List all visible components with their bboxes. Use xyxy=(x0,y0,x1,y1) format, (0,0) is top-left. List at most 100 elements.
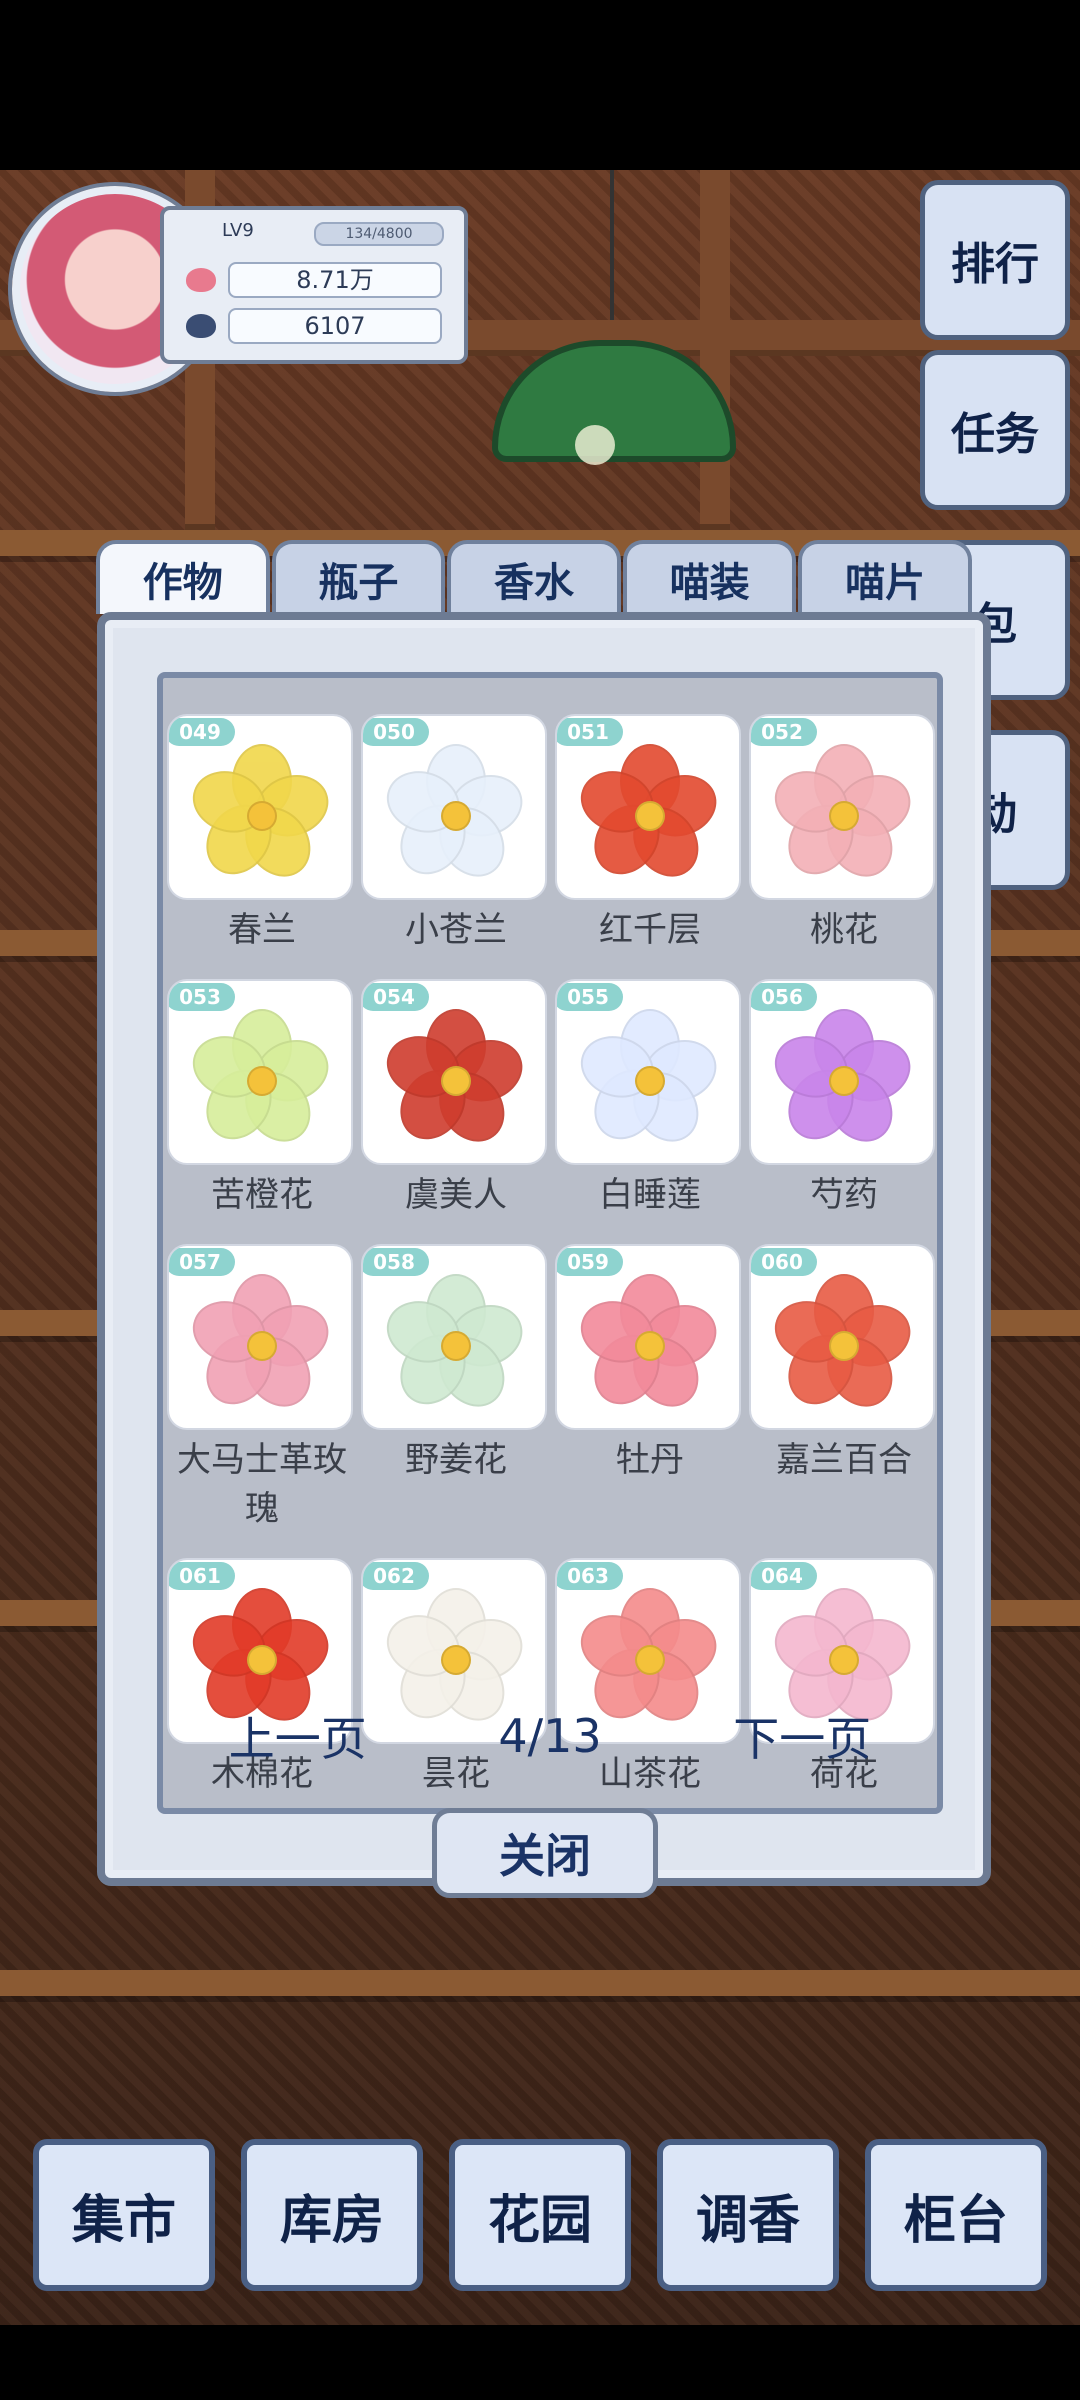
item-name: 嘉兰百合 xyxy=(776,1441,912,1479)
item-name: 春兰 xyxy=(228,911,296,949)
flower-icon xyxy=(766,1274,919,1420)
flower-icon xyxy=(572,1009,725,1155)
coin-icon xyxy=(186,268,216,292)
item-thumbnail[interactable]: 059 xyxy=(555,1244,741,1430)
item-card[interactable]: 052 桃花 xyxy=(749,714,939,951)
tab-perfume[interactable]: 香水 xyxy=(447,540,621,614)
item-id-badge: 061 xyxy=(169,1562,235,1590)
item-id-badge: 055 xyxy=(557,983,623,1011)
nav-market[interactable]: 集市 xyxy=(33,2139,215,2291)
item-name: 苦橙花 xyxy=(211,1176,313,1214)
exp-bar: 134/4800 xyxy=(314,222,444,246)
flower-icon xyxy=(378,744,531,890)
item-name: 白睡莲 xyxy=(599,1176,701,1214)
item-name: 大马士革玫瑰 xyxy=(177,1441,347,1528)
item-card[interactable]: 058 野姜花 xyxy=(361,1244,551,1530)
item-id-badge: 058 xyxy=(363,1248,429,1276)
currency2-display: 6107 xyxy=(186,308,442,344)
close-button[interactable]: 关闭 xyxy=(432,1808,658,1898)
item-card[interactable]: 060 嘉兰百合 xyxy=(749,1244,939,1530)
collection-tabs: 作物 瓶子 香水 喵装 喵片 xyxy=(96,540,974,614)
item-thumbnail[interactable]: 049 xyxy=(167,714,353,900)
item-id-badge: 063 xyxy=(557,1562,623,1590)
item-card[interactable]: 059 牡丹 xyxy=(555,1244,745,1530)
item-id-badge: 053 xyxy=(169,983,235,1011)
flower-icon xyxy=(572,1274,725,1420)
flower-icon xyxy=(766,1009,919,1155)
item-card[interactable]: 056 芍药 xyxy=(749,979,939,1216)
flower-icon xyxy=(184,744,337,890)
next-page-button[interactable]: 下一页 xyxy=(733,1703,871,1769)
item-id-badge: 062 xyxy=(363,1562,429,1590)
item-id-badge: 051 xyxy=(557,718,623,746)
item-thumbnail[interactable]: 055 xyxy=(555,979,741,1165)
item-card[interactable]: 057 大马士革玫瑰 xyxy=(167,1244,357,1530)
bottom-navigation: 集市 库房 花园 调香 柜台 xyxy=(0,2139,1080,2291)
item-name: 芍药 xyxy=(810,1176,878,1214)
task-button[interactable]: 任务 xyxy=(920,350,1070,510)
flower-icon xyxy=(766,744,919,890)
item-card[interactable]: 053 苦橙花 xyxy=(167,979,357,1216)
item-card[interactable]: 055 白睡莲 xyxy=(555,979,745,1216)
flower-icon xyxy=(378,1274,531,1420)
item-thumbnail[interactable]: 051 xyxy=(555,714,741,900)
item-id-badge: 056 xyxy=(751,983,817,1011)
item-name: 虞美人 xyxy=(405,1176,507,1214)
item-name: 红千层 xyxy=(599,911,701,949)
leaf-icon xyxy=(186,314,216,338)
item-card[interactable]: 050 小苍兰 xyxy=(361,714,551,951)
nav-perfume-making[interactable]: 调香 xyxy=(657,2139,839,2291)
item-thumbnail[interactable]: 056 xyxy=(749,979,935,1165)
flower-icon xyxy=(184,1588,337,1734)
flower-icon xyxy=(766,1588,919,1734)
page-indicator: 4/13 xyxy=(498,1709,602,1763)
item-id-badge: 059 xyxy=(557,1248,623,1276)
player-card[interactable]: LV9 134/4800 8.71万 6107 xyxy=(12,186,472,392)
tab-crops[interactable]: 作物 xyxy=(96,540,270,614)
item-card[interactable]: 054 虞美人 xyxy=(361,979,551,1216)
item-id-badge: 060 xyxy=(751,1248,817,1276)
collection-modal: 049 春兰 050 小苍兰 051 红千层 052 桃花 053 苦橙花 054 虞美人 055 白睡莲… xyxy=(97,612,991,1886)
tab-cat-cards[interactable]: 喵片 xyxy=(798,540,972,614)
item-thumbnail[interactable]: 057 xyxy=(167,1244,353,1430)
item-id-badge: 057 xyxy=(169,1248,235,1276)
flower-icon xyxy=(184,1274,337,1420)
item-card[interactable]: 049 春兰 xyxy=(167,714,357,951)
rank-button[interactable]: 排行 xyxy=(920,180,1070,340)
tab-cat-outfit[interactable]: 喵装 xyxy=(622,540,797,614)
item-id-badge: 064 xyxy=(751,1562,817,1590)
flower-icon xyxy=(378,1588,531,1734)
item-thumbnail[interactable]: 052 xyxy=(749,714,935,900)
collection-inner: 049 春兰 050 小苍兰 051 红千层 052 桃花 053 苦橙花 054 虞美人 055 白睡莲… xyxy=(157,672,943,1814)
item-id-badge: 054 xyxy=(363,983,429,1011)
player-level: LV9 xyxy=(222,220,254,241)
item-id-badge: 052 xyxy=(751,718,817,746)
player-stats-panel: LV9 134/4800 8.71万 6107 xyxy=(160,206,468,364)
flower-icon xyxy=(572,1588,725,1734)
nav-warehouse[interactable]: 库房 xyxy=(241,2139,423,2291)
item-thumbnail[interactable]: 058 xyxy=(361,1244,547,1430)
tab-bottles[interactable]: 瓶子 xyxy=(271,540,446,614)
item-card[interactable]: 051 红千层 xyxy=(555,714,745,951)
item-thumbnail[interactable]: 053 xyxy=(167,979,353,1165)
item-name: 桃花 xyxy=(810,911,878,949)
item-id-badge: 049 xyxy=(169,718,235,746)
pagination: 上一页 4/13 下一页 xyxy=(163,1703,937,1769)
prev-page-button[interactable]: 上一页 xyxy=(229,1703,367,1769)
item-id-badge: 050 xyxy=(363,718,429,746)
item-thumbnail[interactable]: 050 xyxy=(361,714,547,900)
item-thumbnail[interactable]: 060 xyxy=(749,1244,935,1430)
item-name: 牡丹 xyxy=(616,1441,684,1479)
nav-garden[interactable]: 花园 xyxy=(449,2139,631,2291)
item-name: 野姜花 xyxy=(405,1441,507,1479)
item-name: 小苍兰 xyxy=(405,911,507,949)
currency2-value: 6107 xyxy=(304,312,366,340)
coins-value: 8.71万 xyxy=(296,266,374,294)
item-grid: 049 春兰 050 小苍兰 051 红千层 052 桃花 053 苦橙花 054 虞美人 055 白睡莲… xyxy=(167,714,935,1795)
item-thumbnail[interactable]: 054 xyxy=(361,979,547,1165)
nav-counter[interactable]: 柜台 xyxy=(865,2139,1047,2291)
flower-icon xyxy=(572,744,725,890)
coins-display: 8.71万 xyxy=(186,262,442,298)
flower-icon xyxy=(184,1009,337,1155)
flower-icon xyxy=(378,1009,531,1155)
